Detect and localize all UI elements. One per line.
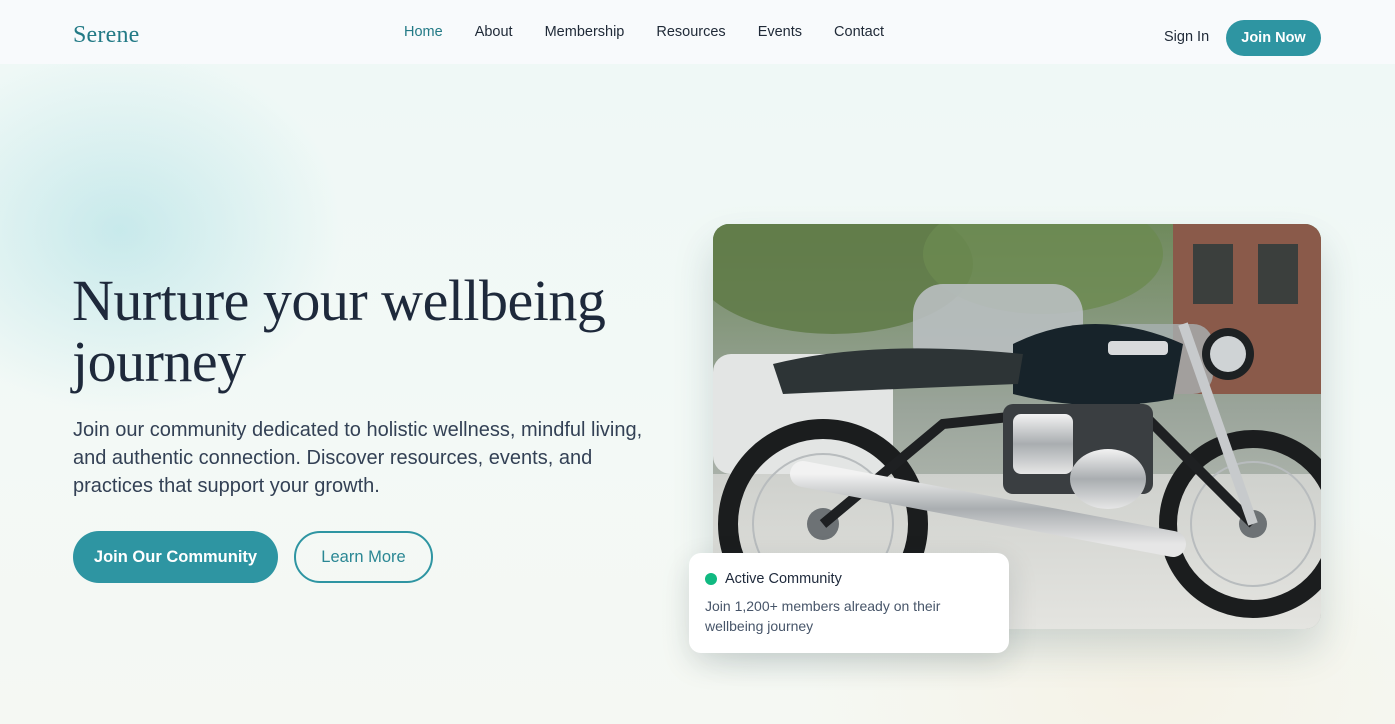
nav-item-contact[interactable]: Contact [834,24,884,40]
main-nav: Home About Membership Resources Events C… [404,0,884,64]
join-now-button[interactable]: Join Now [1226,20,1321,56]
nav-item-home[interactable]: Home [404,24,443,40]
community-card: Active Community Join 1,200+ members alr… [689,553,1009,653]
nav-item-resources[interactable]: Resources [656,24,725,40]
hero-subtitle: Join our community dedicated to holistic… [73,419,643,497]
join-community-button[interactable]: Join Our Community [73,531,278,583]
hero-title: Nurture your wellbeing journey [72,268,606,394]
site-header: Serene Home About Membership Resources E… [0,0,1395,64]
card-header: Active Community [705,571,993,587]
sign-in-link[interactable]: Sign In [1164,29,1209,45]
nav-item-about[interactable]: About [475,24,513,40]
nav-item-events[interactable]: Events [758,24,802,40]
green-dot-icon [705,573,717,585]
card-title: Active Community [725,571,842,587]
logo[interactable]: Serene [73,22,140,49]
nav-item-membership[interactable]: Membership [545,24,625,40]
learn-more-button[interactable]: Learn More [294,531,433,583]
card-text: Join 1,200+ members already on their wel… [705,598,941,634]
